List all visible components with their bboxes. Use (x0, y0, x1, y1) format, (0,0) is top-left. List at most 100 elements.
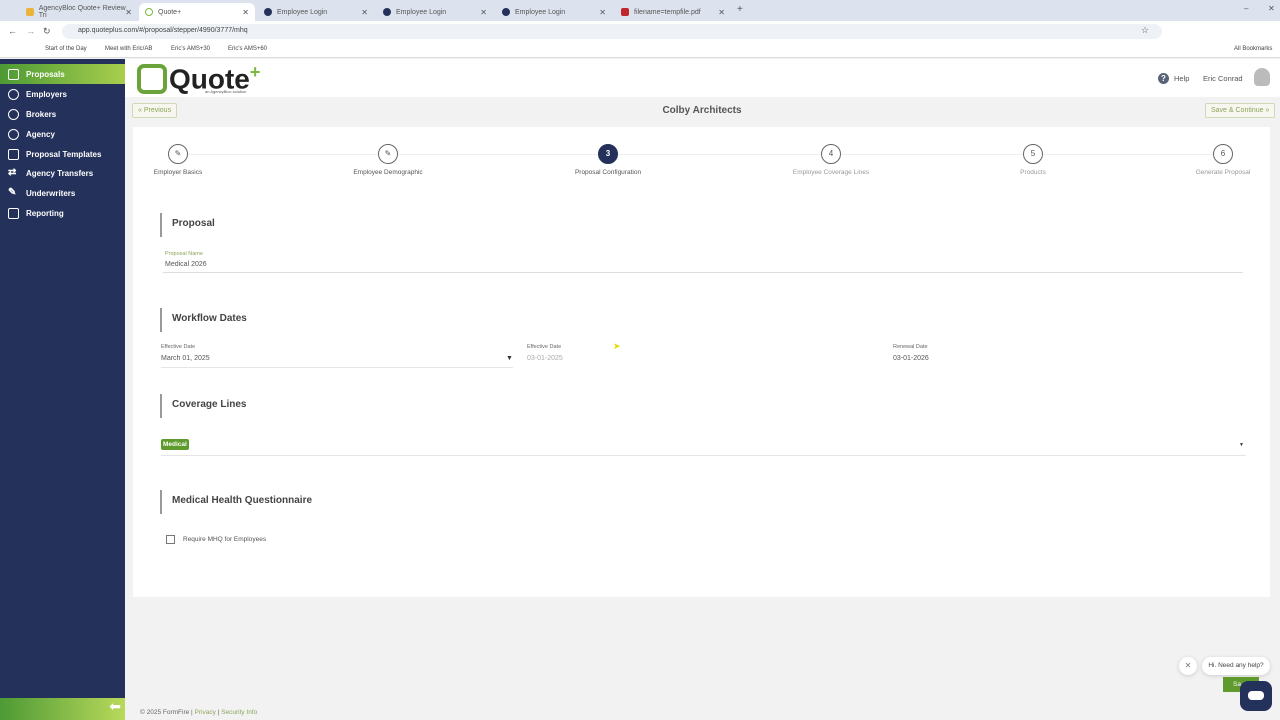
new-tab-icon[interactable]: + (737, 4, 743, 15)
security-info-link[interactable]: Security Info (221, 709, 257, 716)
browser-tab[interactable]: Employee Login ✕ (496, 3, 612, 21)
bookmark[interactable]: Eric's AMS+30 (171, 46, 210, 52)
sidebar-item-agency[interactable]: Agency (0, 124, 125, 144)
browser-tab[interactable]: Employee Login ✕ (377, 3, 493, 21)
close-tab-icon[interactable]: ✕ (242, 8, 249, 17)
url-input[interactable]: app.quoteplus.com/#/proposal/stepper/499… (62, 24, 1162, 39)
privacy-link[interactable]: Privacy (195, 709, 216, 716)
proposal-name-input[interactable]: Medical 2026 (165, 261, 207, 268)
close-tab-icon[interactable]: ✕ (599, 8, 606, 17)
sidebar-item-label: Brokers (26, 109, 57, 119)
help-icon[interactable]: ? (1158, 73, 1169, 84)
step-number: 6 (1213, 144, 1233, 164)
report-icon (8, 207, 19, 219)
sidebar-item-brokers[interactable]: Brokers (0, 104, 125, 124)
client-name: Colby Architects (662, 105, 742, 116)
sidebar-item-employers[interactable]: Employers (0, 84, 125, 104)
sidebar-item-label: Employers (26, 89, 67, 99)
sidebar-item-agency-transfers[interactable]: ⇄ Agency Transfers (0, 163, 125, 183)
bookmark-star-icon[interactable]: ☆ (1141, 25, 1149, 36)
step-products[interactable]: 5 Products (973, 144, 1093, 176)
step-employer-basics[interactable]: ✎ Employer Basics (118, 144, 238, 176)
collapse-sidebar-button[interactable]: ⬅ (0, 698, 125, 720)
avatar[interactable] (1254, 68, 1270, 86)
browser-tab[interactable]: AgencyBloc Quote+ Review Tri ✕ (20, 3, 138, 21)
close-tab-icon[interactable]: ✕ (718, 8, 725, 17)
step-label: Employee Demographic (353, 169, 423, 176)
logo-subtitle: an AgencyBloc solution (205, 89, 247, 94)
require-mhq-label: Require MHQ for Employees (183, 536, 267, 543)
sidebar-item-proposal-templates[interactable]: Proposal Templates (0, 144, 125, 164)
tab-favicon-icon (264, 8, 272, 16)
close-tab-icon[interactable]: ✕ (480, 8, 487, 17)
sidebar-item-label: Proposal Templates (26, 149, 102, 159)
chat-greeting[interactable]: Hi. Need any help? (1202, 657, 1270, 675)
help-link[interactable]: Help (1174, 74, 1189, 83)
pencil-icon: ✎ (378, 144, 398, 164)
require-mhq-checkbox[interactable] (166, 535, 175, 544)
divider (161, 367, 513, 368)
tab-label: Employee Login (515, 8, 566, 16)
bookmarks-bar: Start of the Day Meet with Eric/AB Eric'… (0, 42, 1280, 58)
users-icon (8, 108, 19, 120)
coverage-chip-medical[interactable]: Medical (161, 439, 189, 450)
step-number: 4 (821, 144, 841, 164)
step-employee-coverage-lines[interactable]: 4 Employee Coverage Lines (771, 144, 891, 176)
close-chat-icon[interactable]: ✕ (1179, 657, 1197, 675)
user-name[interactable]: Eric Conrad (1203, 74, 1243, 83)
sidebar-item-underwriters[interactable]: ✎ Underwriters (0, 183, 125, 203)
sidebar-item-label: Agency Transfers (26, 168, 94, 178)
divider (161, 455, 1246, 456)
step-number: 3 (598, 144, 618, 164)
minimize-icon[interactable]: – (1244, 4, 1248, 13)
close-window-icon[interactable]: ✕ (1268, 4, 1275, 13)
separator: | (217, 709, 220, 716)
footer: © 2025 FormFire | Privacy | Security Inf… (140, 709, 257, 716)
chevron-down-icon[interactable]: ▼ (1239, 442, 1244, 448)
browser-tab[interactable]: filename=tempfile.pdf ✕ (615, 3, 731, 21)
tab-favicon-icon (26, 8, 34, 16)
tab-label: filename=tempfile.pdf (634, 8, 701, 16)
sidebar-item-proposals[interactable]: Proposals (0, 64, 125, 84)
bookmark[interactable]: Eric's AMS+60 (228, 46, 267, 52)
tab-favicon-icon (383, 8, 391, 16)
sidebar-item-reporting[interactable]: Reporting (0, 203, 125, 223)
chevron-down-icon[interactable]: ▼ (506, 355, 513, 362)
mhq-section-title: Medical Health Questionnaire (160, 490, 312, 514)
step-label: Employee Coverage Lines (792, 169, 870, 176)
proposal-name-label: Proposal Name (165, 251, 203, 257)
table-icon (8, 148, 19, 160)
renewal-date-input[interactable]: 03-01-2026 (893, 355, 929, 362)
browser-tab-bar: AgencyBloc Quote+ Review Tri ✕ Quote+ ✕ Em… (0, 0, 1280, 21)
step-employee-demographic[interactable]: ✎ Employee Demographic (328, 144, 448, 176)
pdf-icon (621, 8, 629, 16)
forward-icon[interactable]: → (26, 26, 35, 36)
effective-date-label-2: Effective Date (527, 344, 562, 350)
employer-icon (8, 88, 19, 100)
workflow-section-title: Workflow Dates (160, 308, 247, 332)
effective-date-label: Effective Date (161, 344, 196, 350)
proposal-section-title: Proposal (160, 213, 215, 237)
step-generate-proposal[interactable]: 6 Generate Proposal (1163, 144, 1280, 176)
effective-date-input[interactable]: 03-01-2025 (527, 355, 563, 362)
close-tab-icon[interactable]: ✕ (361, 8, 368, 17)
effective-date-select[interactable]: March 01, 2025 (161, 355, 210, 362)
all-bookmarks[interactable]: All Bookmarks (1234, 46, 1272, 52)
browser-tab-active[interactable]: Quote+ ✕ (139, 3, 255, 21)
bookmark[interactable]: Meet with Eric/AB (105, 46, 152, 52)
bookmark[interactable]: Start of the Day (45, 46, 87, 52)
agency-icon (8, 128, 19, 140)
coverage-section-title: Coverage Lines (160, 394, 246, 418)
step-label: Generate Proposal (1195, 169, 1251, 176)
step-proposal-configuration[interactable]: 3 Proposal Configuration (548, 144, 668, 176)
reload-icon[interactable]: ↻ (43, 26, 51, 37)
browser-tab[interactable]: Employee Login ✕ (258, 3, 374, 21)
step-number: 5 (1023, 144, 1043, 164)
previous-button[interactable]: « Previous (132, 103, 178, 118)
sidebar: Proposals Employers Brokers Agency Propo… (0, 59, 125, 720)
save-continue-button[interactable]: Save & Continue » (1205, 103, 1276, 118)
chat-bubble-icon[interactable] (1240, 681, 1272, 711)
close-tab-icon[interactable]: ✕ (125, 8, 132, 17)
back-icon[interactable]: ← (8, 26, 17, 36)
arrow-left-icon: ⬅ (109, 698, 121, 714)
